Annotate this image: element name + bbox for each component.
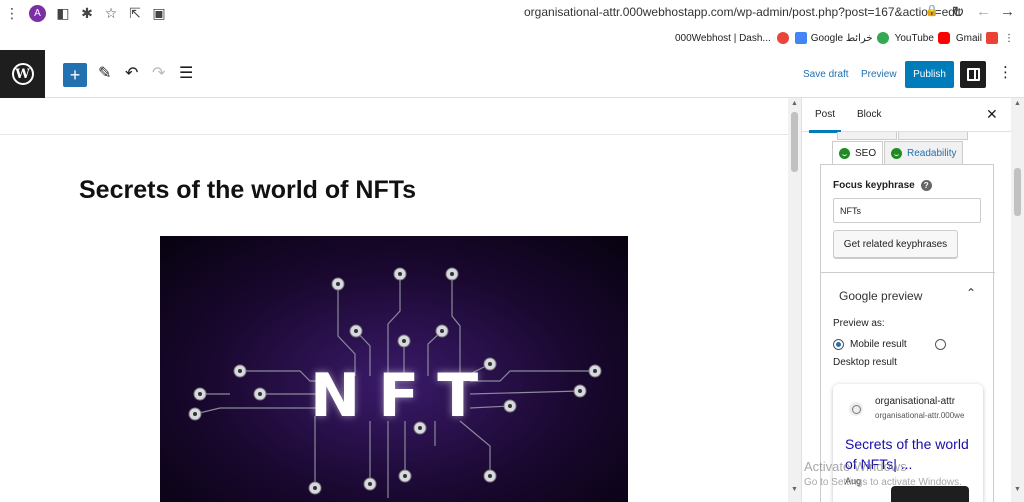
bookmark-red[interactable] — [776, 32, 789, 44]
preview-button[interactable]: Preview — [861, 69, 897, 80]
pencil-icon[interactable]: ✎ — [98, 63, 111, 83]
serp-site-url: organisational-attr.000we — [875, 411, 965, 420]
serp-site-name: organisational-attr — [875, 396, 956, 407]
docs-icon — [794, 32, 807, 44]
bookmarks-bar: 000Webhost | Dash... Google خرائط YouTub… — [0, 26, 1024, 50]
profile-avatar[interactable]: A — [29, 4, 46, 22]
scroll-down-icon[interactable]: ▼ — [791, 486, 798, 493]
mobile-result-label[interactable]: Mobile result — [850, 339, 907, 350]
sidebar-tabs: Post Block ✕ — [802, 98, 1011, 133]
undo-icon[interactable]: ↶ — [125, 63, 138, 83]
side-panel-icon[interactable]: ◧ — [51, 5, 75, 22]
wordpress-logo[interactable]: W — [0, 50, 45, 98]
google-preview-heading[interactable]: Google preview — [839, 289, 922, 303]
gmail-icon — [986, 32, 998, 44]
close-icon[interactable]: ✕ — [986, 106, 998, 123]
sidebar-scrollbar[interactable]: ▲ ▼ — [1011, 98, 1024, 502]
save-draft-button[interactable]: Save draft — [803, 69, 849, 80]
bookmarks-more-icon[interactable]: ⋮ — [1004, 33, 1014, 44]
publish-button[interactable]: Publish — [905, 61, 954, 88]
editor-divider — [0, 134, 788, 135]
maps-icon — [876, 32, 889, 44]
sidebar-scroll-down-icon[interactable]: ▼ — [1014, 486, 1021, 493]
focus-keyphrase-input[interactable]: NFTs — [833, 198, 981, 223]
document-overview-icon[interactable]: ☰ — [179, 63, 193, 83]
yoast-tab-schema-partial[interactable] — [837, 132, 897, 140]
editor-header: W + ✎ ↶ ↷ ☰ Save draft Preview Publish ⋮ — [0, 50, 1024, 98]
kebab-menu-icon[interactable]: ⋮ — [0, 5, 24, 22]
desktop-result-radio[interactable] — [934, 339, 946, 350]
nft-image-text: NFT — [310, 361, 497, 431]
yoast-tab-readability[interactable]: Readability — [884, 141, 964, 165]
editor-scrollbar-thumb[interactable] — [791, 112, 798, 172]
post-title[interactable]: Secrets of the world of NFTs — [79, 176, 416, 205]
get-related-keyphrases-button[interactable]: Get related keyphrases — [833, 230, 958, 258]
address-bar-url[interactable]: organisational-attr.000webhostapp.com/wp… — [524, 5, 961, 19]
chevron-up-icon[interactable]: ⌃ — [966, 286, 976, 300]
reload-icon[interactable]: ↻ — [952, 3, 965, 21]
screenshot-icon[interactable]: ▣ — [147, 5, 171, 22]
extensions-icon[interactable]: ✱ — [75, 5, 99, 22]
help-icon[interactable]: ? — [920, 180, 932, 191]
share-icon[interactable]: ⇱ — [123, 5, 147, 22]
bottom-toolbar-pill — [891, 486, 969, 502]
bookmark-gmail[interactable]: Gmail — [956, 32, 998, 44]
desktop-result-label[interactable]: Desktop result — [833, 357, 897, 368]
preview-as-label: Preview as: — [833, 318, 885, 329]
mobile-result-radio[interactable] — [833, 339, 844, 350]
tab-post[interactable]: Post — [808, 109, 842, 133]
wordpress-icon: W — [11, 63, 34, 85]
back-icon[interactable]: ← — [976, 3, 991, 20]
youtube-icon — [937, 32, 950, 44]
yoast-seo-panel: Focus keyphrase ? NFTs Get related keyph… — [820, 164, 995, 502]
sidebar-scroll-up-icon[interactable]: ▲ — [1014, 100, 1021, 107]
yoast-tab-social-partial[interactable] — [898, 132, 968, 140]
bookmark-000webhost[interactable]: 000Webhost | Dash... — [675, 33, 771, 44]
panel-divider — [821, 272, 995, 273]
settings-sidebar: Post Block ✕ SEO Readability Focus keyph… — [801, 98, 1011, 502]
forward-icon[interactable]: → — [1000, 3, 1015, 20]
yoast-tabs: SEO Readability — [832, 132, 1002, 165]
preview-mode-radios: Mobile result — [833, 339, 946, 350]
readability-score-smiley-icon — [891, 147, 902, 159]
lock-icon[interactable]: 🔒 — [925, 4, 939, 17]
bookmark-youtube[interactable]: YouTube — [895, 32, 950, 44]
seo-score-smiley-icon — [839, 148, 850, 159]
tab-block[interactable]: Block — [857, 109, 881, 120]
scroll-up-icon[interactable]: ▲ — [791, 100, 798, 107]
bookmark-favicon-icon — [776, 32, 789, 44]
editor-scrollbar[interactable]: ▲ ▼ — [788, 98, 801, 502]
featured-image-block[interactable]: NFT — [160, 236, 628, 502]
bookmark-google-maps[interactable]: Google خرائط — [794, 32, 889, 44]
activate-windows-watermark: Activate Windows — [804, 459, 907, 474]
site-favicon-icon — [849, 402, 863, 416]
browser-toolbar: ⋮ A ◧ ✱ ☆ ⇱ ▣ organisational-attr.000web… — [0, 0, 1024, 26]
yoast-tab-seo[interactable]: SEO — [832, 141, 884, 165]
bookmark-star-icon[interactable]: ☆ — [99, 5, 123, 22]
sidebar-icon — [966, 68, 980, 81]
sidebar-scrollbar-thumb[interactable] — [1014, 168, 1021, 216]
redo-icon[interactable]: ↷ — [152, 63, 165, 83]
focus-keyphrase-label: Focus keyphrase ? — [833, 180, 932, 191]
options-menu-icon[interactable]: ⋮ — [998, 63, 1013, 81]
settings-toggle-button[interactable] — [960, 61, 986, 88]
add-block-button[interactable]: + — [63, 63, 87, 87]
editor-canvas[interactable]: Secrets of the world of NFTs NFT — [0, 98, 788, 502]
